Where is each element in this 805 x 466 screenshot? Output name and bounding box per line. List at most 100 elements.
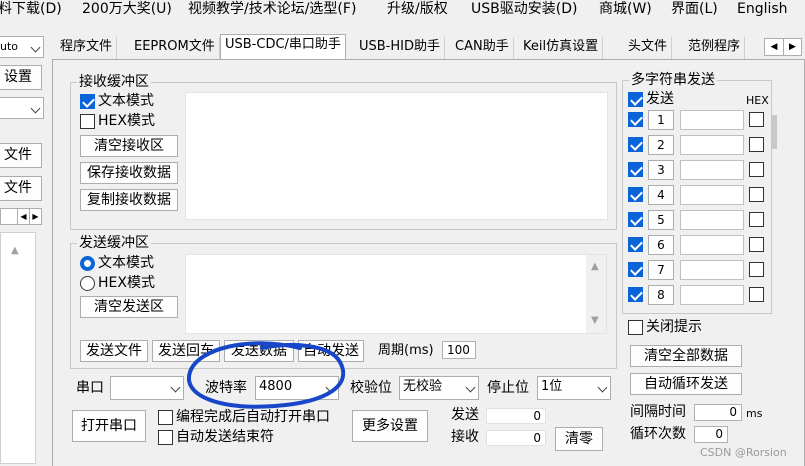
menu-item-english[interactable]: English <box>737 0 788 18</box>
multi-scrollbar-thumb[interactable] <box>772 115 777 149</box>
multi-row-checkbox[interactable] <box>628 212 643 227</box>
port-select[interactable] <box>110 376 184 400</box>
receive-hex-mode-checkbox[interactable] <box>80 114 95 129</box>
multi-row-input[interactable] <box>680 110 744 130</box>
open-port-button[interactable]: 打开串口 <box>72 410 146 442</box>
left-list[interactable]: ▲ <box>0 232 36 464</box>
tab-scroller[interactable]: ◀ ▶ <box>764 38 802 56</box>
multi-row-send-button[interactable]: 1 <box>648 110 674 130</box>
multi-send-all-checkbox[interactable] <box>628 92 643 107</box>
copy-receive-button[interactable]: 复制接收数据 <box>80 189 178 211</box>
clear-all-button[interactable]: 清空全部数据 <box>630 345 742 367</box>
clear-send-button[interactable]: 清空发送区 <box>80 296 178 318</box>
auto-loop-button[interactable]: 自动循环发送 <box>630 373 742 395</box>
tab-eeprom[interactable]: EEPROM文件 <box>130 37 220 59</box>
scroll-down-icon[interactable]: ▼ <box>591 315 599 326</box>
send-hex-mode-radio[interactable] <box>80 276 95 291</box>
arrow-left-icon[interactable]: ◀ <box>17 209 29 224</box>
multi-row-send-button[interactable]: 6 <box>648 235 674 255</box>
scroll-up-icon[interactable]: ▲ <box>11 245 19 256</box>
multi-row-checkbox[interactable] <box>628 237 643 252</box>
tab-examples[interactable]: 范例程序 <box>684 37 746 59</box>
multi-row-checkbox[interactable] <box>628 162 643 177</box>
chevron-down-icon <box>30 103 41 114</box>
auto-open-checkbox[interactable] <box>158 410 173 425</box>
menu-item-shop[interactable]: 商城(W) <box>599 0 652 18</box>
save-receive-button[interactable]: 保存接收数据 <box>80 162 178 184</box>
multi-row-send-button[interactable]: 8 <box>648 285 674 305</box>
multi-row-send-button[interactable]: 7 <box>648 260 674 280</box>
multi-row-input[interactable] <box>680 285 744 305</box>
parity-label: 校验位 <box>350 380 392 396</box>
auto-end-checkbox[interactable] <box>158 430 173 445</box>
multi-hex-label: HEX <box>746 94 769 107</box>
menu-item-prize[interactable]: 200万大奖(U) <box>82 0 172 18</box>
tab-usb-hid[interactable]: USB-HID助手 <box>355 37 445 59</box>
file-button-2[interactable]: 文件 <box>0 176 42 201</box>
parity-select[interactable]: 无校验 <box>399 376 479 400</box>
multi-row-hex-checkbox[interactable] <box>749 212 764 227</box>
multi-row-hex-checkbox[interactable] <box>749 237 764 252</box>
multi-row-checkbox[interactable] <box>628 187 643 202</box>
clear-count-button[interactable]: 清零 <box>555 427 603 451</box>
multi-row-input[interactable] <box>680 135 744 155</box>
stop-value: 1位 <box>541 379 563 394</box>
multi-row-hex-checkbox[interactable] <box>749 137 764 152</box>
stop-label: 停止位 <box>487 380 529 396</box>
period-input[interactable]: 100 <box>442 341 476 359</box>
interval-input[interactable]: 0 <box>694 404 742 421</box>
sent-count-value: 0 <box>486 408 546 424</box>
multi-row-checkbox[interactable] <box>628 262 643 277</box>
multi-row-input[interactable] <box>680 235 744 255</box>
multi-row-input[interactable] <box>680 160 744 180</box>
file-button-1[interactable]: 文件 <box>0 143 42 168</box>
multi-row-hex-checkbox[interactable] <box>749 112 764 127</box>
multi-row-checkbox[interactable] <box>628 287 643 302</box>
arrow-right-icon[interactable]: ▶ <box>29 209 41 224</box>
menu-bar: 料下载(D) 200万大奖(U) 视频教学/技术论坛/选型(F) 升级/版权 U… <box>0 0 805 22</box>
tab-can[interactable]: CAN助手 <box>451 37 514 59</box>
stop-select[interactable]: 1位 <box>537 376 611 400</box>
close-hint-checkbox[interactable] <box>628 320 643 335</box>
arrow-left-icon[interactable]: ◀ <box>765 39 783 55</box>
multi-row-input[interactable] <box>680 185 744 205</box>
menu-item-usb-driver[interactable]: USB驱动安装(D) <box>471 0 577 18</box>
send-textarea[interactable]: ▲ ▼ <box>185 254 607 334</box>
multi-row-send-button[interactable]: 4 <box>648 185 674 205</box>
left-mini-scroller[interactable]: ◀ ▶ <box>0 208 42 225</box>
multi-row-hex-checkbox[interactable] <box>749 187 764 202</box>
multi-row-input[interactable] <box>680 210 744 230</box>
menu-item-video[interactable]: 视频教学/技术论坛/选型(F) <box>188 0 356 18</box>
multi-row-checkbox[interactable] <box>628 112 643 127</box>
loop-input[interactable]: 0 <box>694 426 728 443</box>
receive-textarea[interactable] <box>185 92 608 220</box>
multi-row-checkbox[interactable] <box>628 137 643 152</box>
tab-program-file[interactable]: 程序文件 <box>56 37 118 59</box>
multi-row-hex-checkbox[interactable] <box>749 262 764 277</box>
scroll-up-icon[interactable]: ▲ <box>591 261 599 272</box>
multi-row-input[interactable] <box>680 260 744 280</box>
period-label: 周期(ms) <box>378 343 434 358</box>
tab-keil[interactable]: Keil仿真设置 <box>519 37 604 59</box>
tab-header[interactable]: 头文件 <box>624 37 673 59</box>
left-combo[interactable]: uto <box>0 36 44 58</box>
multi-row-send-button[interactable]: 3 <box>648 160 674 180</box>
multi-row-hex-checkbox[interactable] <box>749 287 764 302</box>
clear-receive-button[interactable]: 清空接收区 <box>80 135 178 157</box>
multi-row-hex-checkbox[interactable] <box>749 162 764 177</box>
left-combo-2[interactable] <box>0 97 44 119</box>
multi-send-label: 发送 <box>646 91 674 107</box>
menu-item-upgrade[interactable]: 升级/版权 <box>387 0 448 18</box>
multi-row-send-button[interactable]: 2 <box>648 135 674 155</box>
menu-item-download[interactable]: 料下载(D) <box>0 0 62 18</box>
arrow-right-icon[interactable]: ▶ <box>783 39 801 55</box>
settings-button[interactable]: 设置 <box>0 65 42 90</box>
more-settings-button[interactable]: 更多设置 <box>352 410 428 442</box>
tab-usb-cdc[interactable]: USB-CDC/串口助手 <box>220 34 346 60</box>
send-text-mode-radio[interactable] <box>80 256 95 271</box>
menu-item-ui[interactable]: 界面(L) <box>671 0 718 18</box>
send-scrollbar[interactable]: ▲ ▼ <box>586 255 606 333</box>
send-file-button[interactable]: 发送文件 <box>80 340 148 362</box>
multi-row-send-button[interactable]: 5 <box>648 210 674 230</box>
receive-text-mode-checkbox[interactable] <box>80 94 95 109</box>
